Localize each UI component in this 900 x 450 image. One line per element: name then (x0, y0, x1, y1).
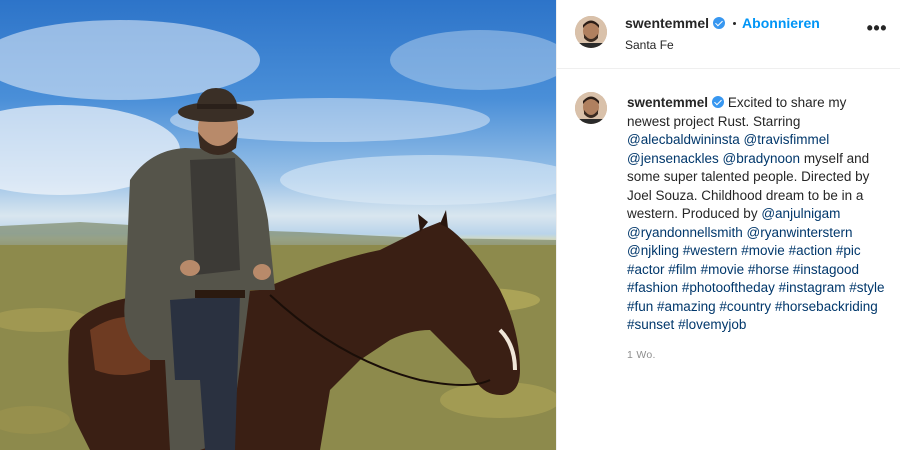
mention-link[interactable]: @ryandonnellsmith (627, 225, 743, 240)
hashtag-link[interactable]: #photooftheday (682, 280, 775, 295)
more-options-icon[interactable]: ••• (867, 18, 887, 39)
mention-link[interactable]: @ryanwinterstern (747, 225, 853, 240)
cowboy-on-horse-image (0, 20, 556, 450)
mention-link[interactable]: @njkling (627, 243, 679, 258)
hashtag-link[interactable]: #lovemyjob (678, 317, 746, 332)
hashtag-link[interactable]: #movie (701, 262, 745, 277)
post-timestamp[interactable]: 1 Wo. (627, 349, 656, 361)
verified-badge-icon (713, 17, 726, 29)
hashtag-link[interactable]: #action (789, 243, 833, 258)
hashtag-link[interactable]: #actor (627, 262, 665, 277)
author-username[interactable]: swentemmel (625, 15, 709, 31)
hashtag-link[interactable]: #style (849, 280, 884, 295)
caption-username[interactable]: swentemmel (627, 95, 708, 110)
hashtag-link[interactable]: #fashion (627, 280, 678, 295)
hashtag-link[interactable]: #fun (627, 299, 653, 314)
verified-badge-icon (712, 96, 725, 108)
post-location[interactable]: Santa Fe (625, 38, 674, 52)
hashtag-link[interactable]: #movie (741, 243, 785, 258)
caption-author-avatar[interactable] (575, 92, 607, 124)
mention-link[interactable]: @jensenackles (627, 151, 719, 166)
hashtag-link[interactable]: #pic (836, 243, 861, 258)
hashtag-link[interactable]: #country (719, 299, 771, 314)
hashtag-link[interactable]: #horsebackriding (775, 299, 878, 314)
post-sidebar: swentemmel Abonnieren Santa Fe ••• swente… (556, 0, 900, 450)
hashtag-link[interactable]: #amazing (657, 299, 716, 314)
post-photo[interactable] (0, 0, 556, 450)
hashtag-link[interactable]: #western (683, 243, 738, 258)
follow-button[interactable]: Abonnieren (742, 15, 820, 31)
separator-dot (733, 22, 737, 25)
post-caption: swentemmel Excited to share my newest pr… (627, 94, 889, 335)
mention-link[interactable]: @alecbaldwininsta (627, 132, 740, 147)
hashtag-link[interactable]: #sunset (627, 317, 674, 332)
hashtag-link[interactable]: #instagram (779, 280, 846, 295)
mention-link[interactable]: @travisfimmel (744, 132, 830, 147)
mention-link[interactable]: @bradynoon (723, 151, 801, 166)
header-user-line: swentemmel Abonnieren (625, 15, 820, 33)
mention-link[interactable]: @anjulnigam (761, 206, 840, 221)
hashtag-link[interactable]: #instagood (793, 262, 859, 277)
hashtag-link[interactable]: #film (668, 262, 697, 277)
author-avatar[interactable] (575, 16, 607, 48)
post-header: swentemmel Abonnieren Santa Fe ••• (557, 0, 900, 69)
hashtag-link[interactable]: #horse (748, 262, 789, 277)
